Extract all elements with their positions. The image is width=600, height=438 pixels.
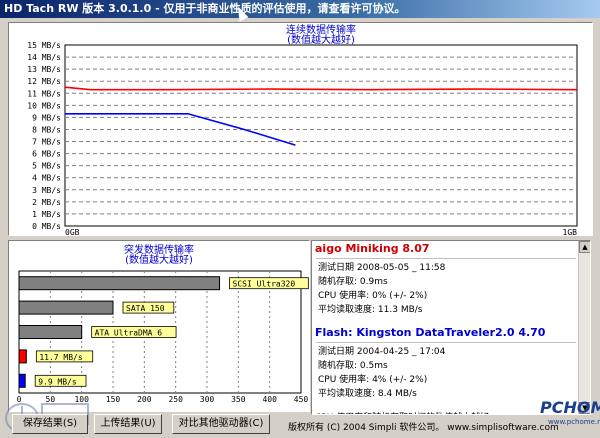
device-1-avg-row: 平均读取速度: 11.3 MB/s: [312, 303, 590, 317]
compare-drives-button[interactable]: 对比其他驱动器(C): [172, 414, 270, 434]
y-tick-label: 0 MB/s: [32, 222, 61, 231]
random-label: 随机存取:: [318, 277, 358, 287]
upload-results-button[interactable]: 上传结果(U): [94, 414, 162, 434]
sequential-chart: 连续数据传输率(数值越大越好)15 MB/s14 MB/s13 MB/s12 M…: [27, 23, 578, 235]
plot-area: [64, 44, 578, 227]
y-tick-label: 14 MB/s: [27, 53, 61, 62]
device-2-cpu-row: CPU 使用率: 4% (+/- 2%): [312, 373, 590, 387]
x-tick-label: 0GB: [65, 228, 80, 235]
save-results-button[interactable]: 保存结果(S): [12, 414, 88, 434]
scroll-up-icon[interactable]: ▲: [579, 241, 590, 253]
sequential-chart-panel: 连续数据传输率 (数值越大越好) 15 MB/s 14 MB/s 13 MB/s 12 M…: [8, 22, 593, 236]
x-tick-label: 300: [200, 395, 215, 404]
y-tick-label: 4 MB/s: [32, 174, 61, 183]
divider: [316, 342, 576, 343]
y-tick-label: 6 MB/s: [32, 150, 61, 159]
avg-value: 8.4 MB/s: [377, 389, 417, 399]
y-tick-label: 15 MB/s: [27, 41, 61, 50]
y-tick-label: 1 MB/s: [32, 210, 61, 219]
pchome-watermark-url: www.pchome.net: [548, 418, 600, 426]
y-tick-label: 9 MB/s: [32, 113, 61, 122]
bar-label: SATA 150: [126, 304, 165, 313]
device-1-date-row: 测试日期 2008-05-05 _ 11:58: [312, 261, 590, 275]
pchome-watermark: PCHOME: [540, 398, 600, 417]
avg-value: 11.3 MB/s: [377, 305, 423, 315]
x-tick-label: 150: [106, 395, 121, 404]
cpu-label: CPU 使用率:: [318, 291, 370, 301]
x-tick-label: 200: [137, 395, 152, 404]
y-tick-label: 8 MB/s: [32, 125, 61, 134]
device-2-name: Flash: Kingston DataTraveler2.0 4.70: [315, 326, 546, 339]
device-1-random-row: 随机存取: 0.9ms: [312, 275, 590, 289]
device-2-random-row: 随机存取: 0.5ms: [312, 359, 590, 373]
copyright-text: 版权所有 (C) 2004 Simpli 软件公司。 www.simplisof…: [288, 423, 559, 433]
x-tick-label: 350: [231, 395, 246, 404]
random-value: 0.9ms: [359, 277, 388, 287]
date-label: 测试日期: [318, 263, 355, 273]
x-tick-label: 400: [262, 395, 277, 404]
avg-label: 平均读取速度:: [318, 389, 376, 399]
window-title: HD Tach RW 版本 3.0.1.0 - 仅用于非商业性质的评估使用，请查…: [4, 2, 406, 15]
divider: [316, 258, 576, 259]
cpu-label: CPU 使用率:: [318, 375, 370, 385]
chart-subtitle: (数值越大越好): [125, 253, 193, 266]
y-tick-label: 13 MB/s: [27, 65, 61, 74]
cpu-value: 4% (+/- 2%): [372, 375, 428, 385]
device-2-section: Flash: Kingston DataTraveler2.0 4.70 测试日…: [312, 325, 590, 401]
date-value: 2008-05-05 _ 11:58: [356, 263, 446, 273]
x-tick-label: 1GB: [563, 228, 578, 235]
bar: [18, 276, 221, 291]
random-label: 随机存取:: [318, 361, 358, 371]
y-tick-label: 3 MB/s: [32, 186, 61, 195]
results-info-panel[interactable]: aigo Miniking 8.07 测试日期 2008-05-05 _ 11:…: [311, 240, 591, 415]
random-value: 0.5ms: [359, 361, 388, 371]
date-value: 2004-04-25 _ 17:04: [356, 347, 446, 357]
device-2-date-row: 测试日期 2004-04-25 _ 17:04: [312, 345, 590, 359]
device-1-name: aigo Miniking 8.07: [315, 242, 430, 255]
bar-label: 11.7 MB/s: [39, 353, 83, 362]
info-scrollbar[interactable]: ▲ ▼: [578, 241, 590, 414]
bar: [18, 325, 83, 339]
bar: [18, 349, 27, 364]
bar-label: SCSI Ultra320: [233, 280, 296, 289]
y-tick-label: 10 MB/s: [27, 101, 61, 110]
y-tick-label: 11 MB/s: [27, 89, 61, 98]
device-1-cpu-row: CPU 使用率: 0% (+/- 2%): [312, 289, 590, 303]
y-tick-label: 5 MB/s: [32, 162, 61, 171]
y-tick-label: 7 MB/s: [32, 138, 61, 147]
device-1-section: aigo Miniking 8.07 测试日期 2008-05-05 _ 11:…: [312, 241, 590, 317]
bar: [18, 300, 114, 315]
cpu-value: 0% (+/- 2%): [372, 291, 428, 301]
x-tick-label: 450: [294, 395, 309, 404]
y-tick-label: 2 MB/s: [32, 198, 61, 207]
y-tick-label: 12 MB/s: [27, 77, 61, 86]
avg-label: 平均读取速度:: [318, 305, 376, 315]
date-label: 测试日期: [318, 347, 355, 357]
chart-subtitle: (数值越大越好): [287, 33, 355, 46]
window-title-bar[interactable]: HD Tach RW 版本 3.0.1.0 - 仅用于非商业性质的评估使用，请查…: [0, 0, 600, 18]
x-tick-label: 250: [168, 395, 183, 404]
bar-label: ATA UltraDMA 6: [95, 329, 163, 338]
